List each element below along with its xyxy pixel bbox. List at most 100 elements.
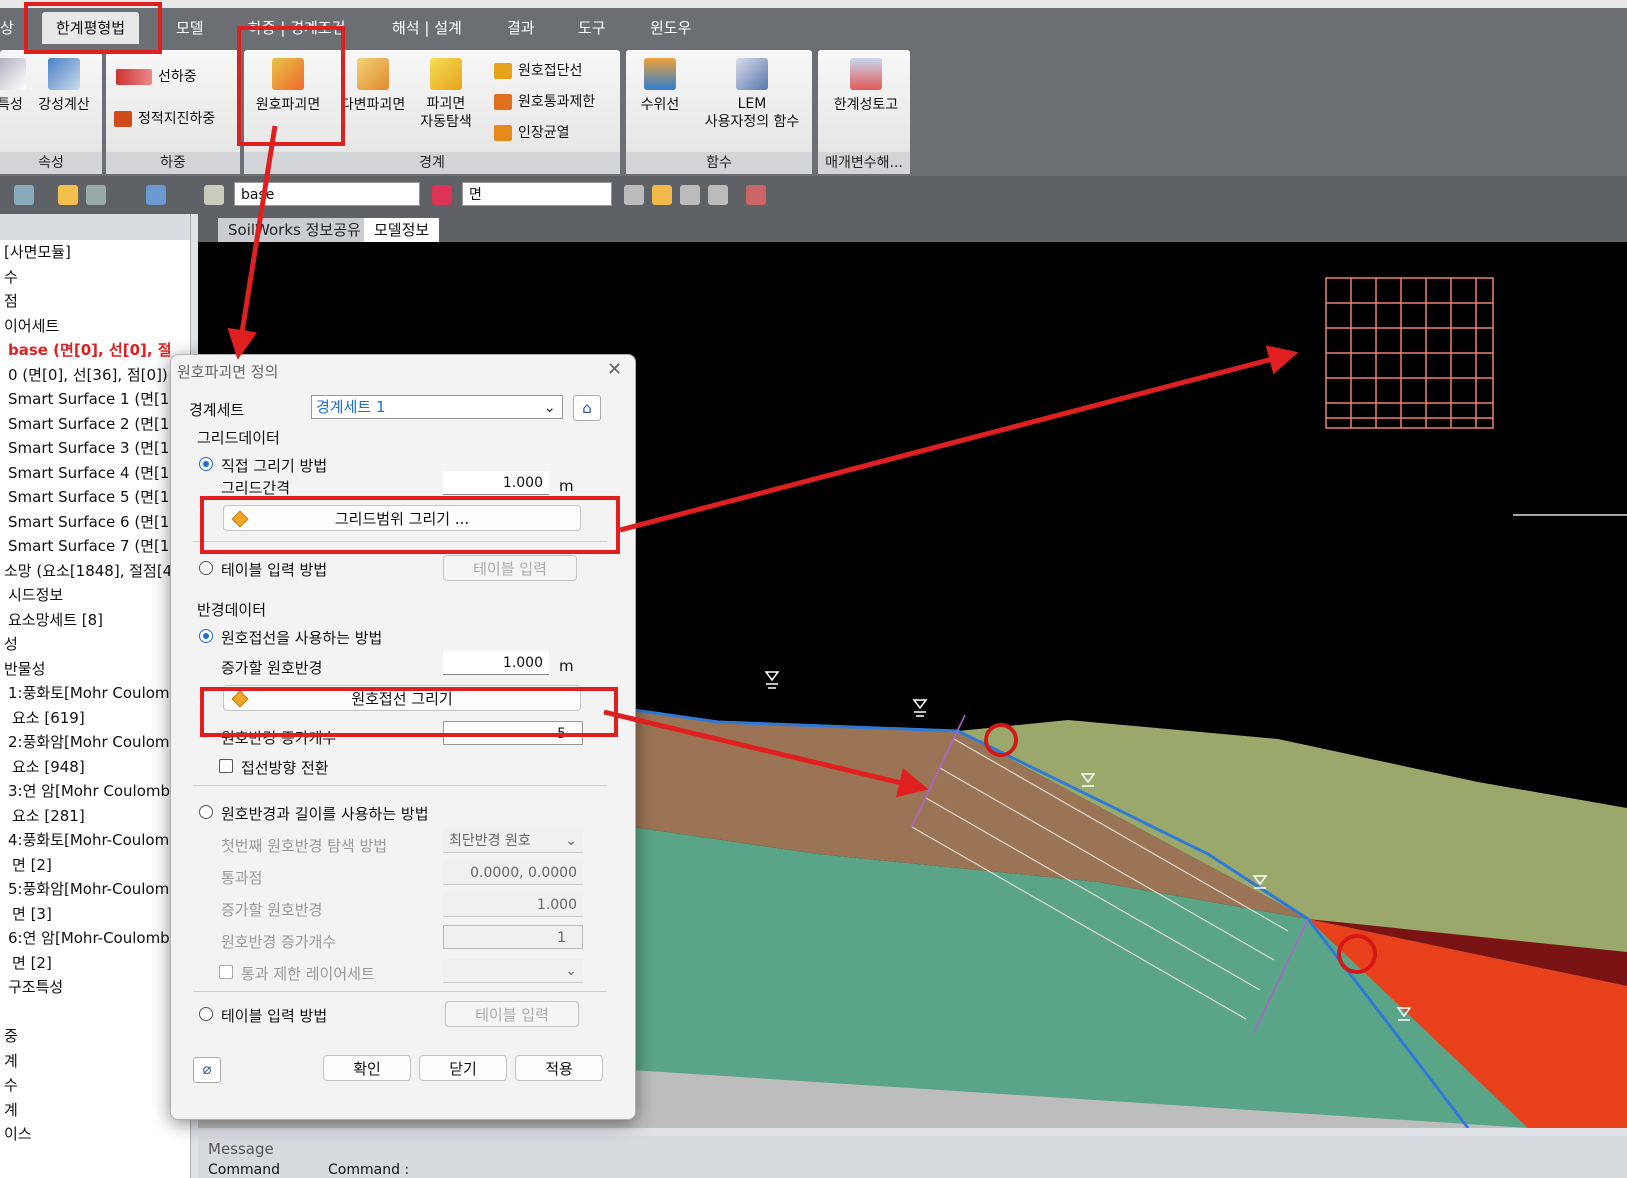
seismic-load-button[interactable]: 정적지진하중 [114, 108, 215, 128]
boundary-set-combo[interactable]: 경계세트 1 ⌄ [311, 395, 563, 419]
tree-item[interactable]: 5:풍화암[Mohr-Coulom [8, 877, 169, 901]
tree-item[interactable]: Smart Surface 4 (면[1], [8, 461, 180, 485]
select-icon[interactable] [14, 185, 34, 205]
menu-tab-result[interactable]: 결과 [507, 12, 535, 44]
limit-embankment-button[interactable]: 한계성토고 [824, 58, 908, 114]
tree-item[interactable]: 요소 [281] [12, 804, 85, 828]
polyline-failure-button[interactable]: 다변파괴면 [338, 58, 408, 114]
grid-table-radio[interactable] [199, 561, 213, 575]
tree-item[interactable]: 구조특성 [8, 975, 63, 999]
tree-item[interactable]: 점 [4, 289, 18, 313]
auto-search-button[interactable]: 파괴면 자동탐색 [414, 58, 478, 131]
pass-limit-checkbox[interactable] [219, 965, 233, 979]
tree-item[interactable]: 성 [4, 632, 18, 656]
increase-radius-unit: m [559, 657, 574, 675]
cross-select-icon[interactable] [680, 185, 700, 205]
annotation-circle-tangent-end [1337, 934, 1377, 974]
tree-item[interactable]: 요소 [619] [12, 706, 85, 730]
tree-item[interactable]: Smart Surface 7 (면[1], [8, 534, 180, 558]
filter-icon[interactable] [746, 185, 766, 205]
tree-item[interactable]: 6:연 암[Mohr-Coulomb [8, 926, 170, 950]
panel-header [0, 214, 190, 240]
grid-direct-radio[interactable] [199, 457, 213, 471]
document-tabs: SoilWorks 정보공유 모델정보 [198, 214, 1627, 242]
radius-length-radio[interactable] [199, 805, 213, 819]
first-radius-combo[interactable]: 최단반경 원호 ⌄ [443, 829, 583, 853]
tree-item[interactable]: 반물성 [4, 657, 45, 681]
tree-item[interactable]: 이스 [4, 1122, 32, 1146]
tree-item[interactable]: 면 [2] [12, 951, 52, 975]
pointer-icon[interactable] [624, 185, 644, 205]
menu-tab-window[interactable]: 윈도우 [650, 12, 691, 44]
pass-limit-combo[interactable]: ⌄ [443, 959, 583, 983]
tree-item[interactable]: 수 [4, 265, 18, 289]
boundary-set-edit-icon[interactable]: ⌂ [573, 395, 601, 421]
increase-radius2-input[interactable]: 1.000 [443, 893, 583, 917]
tree-item[interactable]: Smart Surface 1 (면[1], [8, 387, 180, 411]
polyline-failure-icon [357, 58, 389, 90]
tree-item[interactable]: 소망 (요소[1848], 절점[4 [4, 559, 172, 583]
view-icon[interactable] [146, 185, 166, 205]
lem-function-button[interactable]: LEM 사용자정의 함수 [696, 58, 808, 131]
tree-item[interactable]: 1:풍화토[Mohr Coulom [8, 681, 170, 705]
radius-table-radio[interactable] [199, 1007, 213, 1021]
radius-section-title: 반경데이터 [197, 601, 267, 619]
message-command-prompt: Command : [328, 1162, 410, 1178]
increase-radius-input[interactable]: 1.000 [443, 651, 549, 675]
radius-table-input-button[interactable]: 테이블 입력 [445, 1001, 579, 1027]
tangent-method-radio[interactable] [199, 629, 213, 643]
face-combo[interactable]: 면 [462, 182, 612, 206]
close-button[interactable]: 닫기 [419, 1055, 507, 1081]
tree-item[interactable]: 시드정보 [8, 583, 63, 607]
tree-item[interactable]: base (면[0], 선[0], 절 [8, 338, 172, 362]
tree-item[interactable]: 면 [2] [12, 853, 52, 877]
menu-tab-analysis-design[interactable]: 해석 | 설계 [392, 12, 462, 44]
tree-item[interactable]: 계 [4, 1049, 18, 1073]
ok-button[interactable]: 확인 [323, 1055, 411, 1081]
arrow-select-icon[interactable] [708, 185, 728, 205]
apply-button[interactable]: 적용 [515, 1055, 603, 1081]
box-select-icon[interactable] [652, 185, 672, 205]
pass-point-input[interactable]: 0.0000, 0.0000 [443, 861, 583, 885]
tree-item[interactable]: 2:풍화암[Mohr Coulom [8, 730, 170, 754]
tab-soilworks-info[interactable]: SoilWorks 정보공유 [218, 218, 371, 242]
grid-spacing-input[interactable]: 1.000 [443, 471, 549, 495]
tree-item[interactable]: Smart Surface 6 (면[1], [8, 510, 180, 534]
tension-crack-button[interactable]: 인장균열 [494, 122, 570, 142]
radius-count2-input[interactable]: 1 [443, 925, 583, 949]
tree-item[interactable]: 계 [4, 1098, 18, 1122]
increase-radius-label: 증가할 원호반경 [221, 659, 323, 677]
grid-table-input-button[interactable]: 테이블 입력 [443, 555, 577, 581]
tangent-line-button[interactable]: 원호접단선 [494, 60, 582, 80]
line-load-button[interactable]: 선하중 [116, 66, 197, 86]
menu-tab-model[interactable]: 모델 [176, 12, 204, 44]
paste-icon[interactable] [58, 185, 78, 205]
tree-item[interactable]: 0 (면[0], 선[36], 점[0]) [8, 363, 168, 387]
menu-tab-tools[interactable]: 도구 [578, 12, 606, 44]
tree-item[interactable]: Smart Surface 3 (면[1], [8, 436, 180, 460]
tree-item[interactable]: Smart Surface 5 (면[1], [8, 485, 180, 509]
tree-item[interactable]: 4:풍화토[Mohr-Coulom [8, 828, 169, 852]
eraser-icon[interactable]: ⌀ [193, 1057, 221, 1083]
property-button[interactable]: 특성 [0, 58, 30, 114]
tree-item[interactable]: 수 [4, 1073, 18, 1097]
pass-limit-button[interactable]: 원호통과제한 [494, 91, 595, 111]
stiffness-calc-button[interactable]: 강성계산 [32, 58, 96, 114]
tree-item[interactable]: 3:연 암[Mohr Coulomb] [8, 779, 176, 803]
tree-item[interactable]: 이어세트 [4, 314, 59, 338]
menu-tab-prev[interactable]: 상 [0, 12, 14, 44]
layer-combo[interactable]: base [234, 182, 420, 206]
tree-item[interactable]: Smart Surface 2 (면[1], [8, 412, 180, 436]
pen-icon[interactable] [432, 185, 452, 205]
tree-item[interactable]: 요소망세트 [8] [8, 608, 103, 632]
tree-item[interactable]: 요소 [948] [12, 755, 85, 779]
lock-icon[interactable] [86, 185, 106, 205]
tab-model-info[interactable]: 모델정보 [364, 218, 440, 242]
tangent-flip-checkbox[interactable] [219, 759, 233, 773]
layer-icon[interactable] [204, 185, 224, 205]
close-icon[interactable]: ✕ [607, 359, 622, 380]
tree-item[interactable]: 중 [4, 1024, 18, 1048]
tree-item[interactable]: 면 [3] [12, 902, 52, 926]
water-level-button[interactable]: 수위선 [632, 58, 688, 114]
tree-item[interactable]: [사면모듈] [4, 240, 71, 264]
